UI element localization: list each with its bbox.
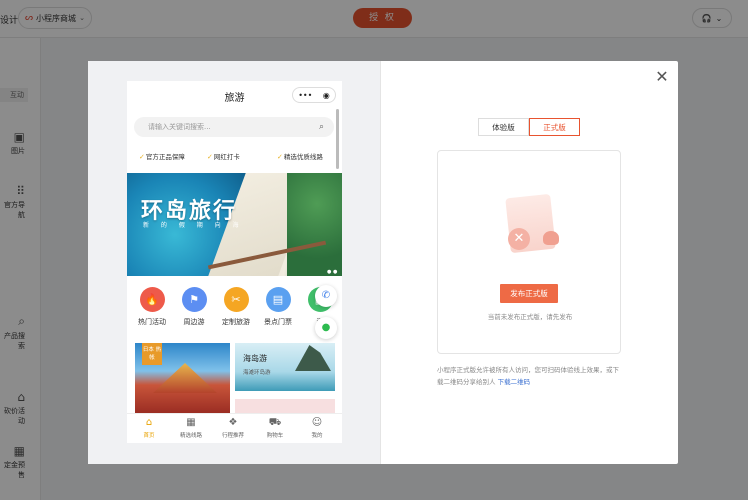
publish-official-button[interactable]: 发布正式版 (500, 284, 558, 303)
tour-tag: 日本 热帐 (142, 343, 162, 365)
category-label: 热门活动 (138, 318, 166, 326)
feature-label: 精选优质线路 (283, 153, 323, 161)
category-custom-tour[interactable]: ✂ 定制旅游 (215, 287, 257, 327)
gift-icon: ❖ (228, 417, 238, 428)
close-target-icon[interactable]: ◉ (323, 91, 330, 100)
check-circle-icon: ✓ (207, 153, 213, 161)
tab-routes[interactable]: ▦ 精选线路 (173, 417, 209, 439)
tab-cart[interactable]: ⛟ 购物车 (257, 417, 293, 439)
custom-tour-icon: ✂ (223, 287, 249, 312)
cart-icon: ⛟ (268, 417, 282, 428)
tour-card-partial[interactable] (235, 399, 335, 413)
tab-bar: ⌂ 首页 ▦ 精选线路 ❖ 行程推荐 ⛟ 购物车 ☺ 我的 (127, 413, 342, 443)
feature-label: 网红打卡 (213, 153, 240, 161)
error-x-icon: ✕ (508, 228, 530, 250)
ticket-icon: ▤ (265, 287, 291, 312)
category-label: 周边游 (183, 318, 205, 326)
feature-item: ✓网红打卡 (207, 151, 240, 161)
search-icon[interactable]: ⌕ (319, 117, 324, 137)
feature-strip: ✓官方正品保障 ✓网红打卡 ✓精选优质线路 (127, 151, 342, 163)
publish-hint: 当前未发布正式版，请先发布 (487, 313, 573, 321)
publish-modal: 旅游 ••• ◉ 请输入关键词搜索... ⌕ ✓官方正品保障 ✓网红打卡 ✓精选… (88, 61, 678, 464)
feature-label: 官方正品保障 (145, 153, 185, 161)
check-circle-icon: ✓ (139, 153, 145, 161)
figure-icon (543, 231, 559, 245)
banner-trees (287, 173, 342, 276)
check-circle-icon: ✓ (277, 153, 283, 161)
tab-trial-version[interactable]: 体验版 (478, 118, 529, 136)
pagoda-image (153, 363, 217, 393)
tab-label: 我的 (311, 433, 323, 439)
tab-mine[interactable]: ☺ 我的 (299, 417, 335, 439)
tab-home[interactable]: ⌂ 首页 (131, 417, 167, 439)
more-icon[interactable]: ••• (298, 91, 312, 100)
location-icon: ⚑ (181, 287, 207, 312)
feature-item: ✓官方正品保障 (139, 151, 185, 161)
category-tickets[interactable]: ▤ 景点门票 (257, 287, 299, 327)
publish-note: 小程序正式版允许被所有人访问，您可扫码体验线上效果，或下载二维码分享给别人 下载… (437, 364, 623, 388)
download-qr-link[interactable]: 下载二维码 (498, 378, 531, 386)
banner-subtitle: 新 的 假 期 向 海 (143, 222, 244, 229)
home-icon: ⌂ (145, 417, 153, 428)
tour-card-title: 海岛游 (243, 354, 267, 363)
fire-icon: 🔥 (139, 287, 165, 312)
category-label: 定制旅游 (222, 318, 250, 326)
search-input[interactable]: 请输入关键词搜索... ⌕ (134, 117, 334, 137)
wechat-icon[interactable]: ● (315, 317, 337, 339)
tour-card-japan[interactable]: 日本 热帐 (135, 343, 230, 413)
category-label: 景点门票 (264, 318, 292, 326)
phone-call-icon[interactable]: ✆ (315, 285, 337, 307)
search-placeholder: 请输入关键词搜索... (148, 123, 211, 131)
version-tabs: 体验版 正式版 (478, 118, 580, 136)
user-icon: ☺ (311, 417, 323, 428)
empty-state-illustration: ✕ (493, 191, 573, 266)
grid-icon: ▦ (186, 417, 196, 428)
qr-preview-box: ✕ 发布正式版 当前未发布正式版，请先发布 (437, 150, 621, 354)
banner-carousel[interactable]: 环岛旅行 新 的 假 期 向 海 ● ● (127, 173, 342, 276)
tour-card-island[interactable]: 海岛游 海滩环岛游 (235, 343, 335, 391)
tour-card-subtitle: 海滩环岛游 (243, 370, 271, 376)
tab-label: 首页 (143, 433, 155, 439)
carousel-dots: ● ● (327, 269, 338, 275)
tab-official-version[interactable]: 正式版 (529, 118, 580, 136)
category-nearby[interactable]: ⚑ 周边游 (173, 287, 215, 327)
tab-label: 购物车 (266, 433, 284, 439)
category-nav: 🔥 热门活动 ⚑ 周边游 ✂ 定制旅游 ▤ 景点门票 ▦ 酒 (127, 287, 342, 335)
tab-label: 精选线路 (179, 433, 202, 439)
phone-preview: 旅游 ••• ◉ 请输入关键词搜索... ⌕ ✓官方正品保障 ✓网红打卡 ✓精选… (127, 81, 342, 443)
close-icon[interactable]: ✕ (654, 69, 670, 85)
capsule-menu[interactable]: ••• ◉ (292, 87, 336, 103)
island-image (295, 345, 331, 371)
tab-itinerary[interactable]: ❖ 行程推荐 (215, 417, 251, 439)
category-hot-activity[interactable]: 🔥 热门活动 (131, 287, 173, 327)
tab-label: 行程推荐 (221, 433, 244, 439)
feature-item: ✓精选优质线路 (277, 151, 323, 161)
phone-preview-area: 旅游 ••• ◉ 请输入关键词搜索... ⌕ ✓官方正品保障 ✓网红打卡 ✓精选… (88, 61, 381, 464)
